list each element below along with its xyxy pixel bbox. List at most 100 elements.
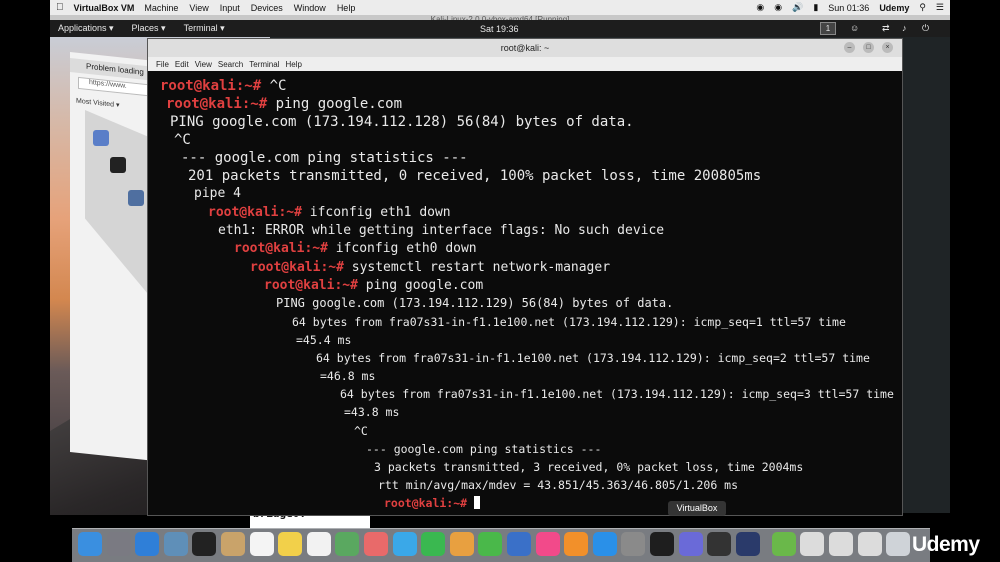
quicktime-icon[interactable] xyxy=(735,532,760,556)
menu-window[interactable]: Window xyxy=(294,3,326,13)
terminal-line: 64 bytes from fra07s31-in-f1.1e100.net (… xyxy=(340,387,894,401)
iceweasel-icon[interactable] xyxy=(93,130,109,146)
gnome-top-bar: Applications ▾ Places ▾ Terminal ▾ Sat 1… xyxy=(50,20,950,37)
terminal-line: 64 bytes from fra07s31-in-f1.1e100.net (… xyxy=(292,315,846,329)
maps-icon[interactable] xyxy=(335,532,360,556)
network-icon[interactable]: ⇄ xyxy=(882,23,890,34)
volume-icon[interactable]: 🔊 xyxy=(792,2,803,13)
terminal-icon[interactable] xyxy=(192,532,217,556)
terminal-line: ^C xyxy=(174,132,191,148)
terminal-titlebar[interactable]: root@kali: ~ – □ × xyxy=(148,39,902,57)
safari-icon[interactable] xyxy=(135,532,160,556)
record-icon[interactable]: ◉ xyxy=(756,2,764,13)
terminal-line: 201 packets transmitted, 0 received, 100… xyxy=(188,168,762,184)
menu-devices[interactable]: Devices xyxy=(251,3,283,13)
terminal-line: root@kali:~# ifconfig eth0 down xyxy=(234,241,477,256)
pages-icon[interactable] xyxy=(449,532,474,556)
terminal-menu-file[interactable]: File xyxy=(156,60,169,69)
terminal-line: ^C xyxy=(354,424,368,438)
terminal-menu-search[interactable]: Search xyxy=(218,60,243,69)
calendar-icon[interactable] xyxy=(249,532,274,556)
menubar-clock[interactable]: Sun 01:36 xyxy=(828,3,869,13)
gnome-clock[interactable]: Sat 19:36 xyxy=(480,24,519,34)
notes-icon[interactable] xyxy=(278,532,303,556)
reminders-icon[interactable] xyxy=(306,532,331,556)
sound-icon[interactable]: ♪ xyxy=(902,23,907,33)
close-button[interactable]: × xyxy=(882,42,893,53)
terminal-menubar: File Edit View Search Terminal Help xyxy=(148,57,902,71)
launchpad-icon[interactable] xyxy=(106,532,131,556)
minimize-button[interactable]: – xyxy=(844,42,855,53)
screen-icon[interactable] xyxy=(707,532,732,556)
terminal-line: root@kali:~# systemctl restart network-m… xyxy=(250,260,611,275)
itunes-icon[interactable] xyxy=(535,532,560,556)
browser-bookmarks[interactable]: Most Visited ▾ xyxy=(76,97,119,110)
menu-view[interactable]: View xyxy=(189,3,208,13)
terminal-cursor xyxy=(474,496,481,509)
facetime-icon[interactable] xyxy=(421,532,446,556)
finder-window-icon[interactable] xyxy=(800,532,825,556)
terminal-line: eth1: ERROR while getting interface flag… xyxy=(218,223,665,238)
terminal-title: root@kali: ~ xyxy=(500,43,550,53)
terminal-line: rtt min/avg/max/mdev = 43.851/45.363/46.… xyxy=(378,478,739,492)
wifi-icon[interactable]: ◉ xyxy=(774,2,782,13)
terminal-menu-view[interactable]: View xyxy=(195,60,212,69)
mail-window-icon[interactable] xyxy=(857,532,882,556)
udemy-watermark: Udemy xyxy=(912,533,980,556)
terminal-line: PING google.com (173.194.112.129) 56(84)… xyxy=(276,296,674,310)
ibooks-icon[interactable] xyxy=(564,532,589,556)
trash-icon[interactable] xyxy=(886,532,911,556)
gnome-places-menu[interactable]: Places ▾ xyxy=(132,23,166,34)
menu-machine[interactable]: Machine xyxy=(144,3,178,13)
terminal-menu-edit[interactable]: Edit xyxy=(175,60,189,69)
preview-icon[interactable] xyxy=(163,532,188,556)
photos-icon[interactable] xyxy=(364,532,388,556)
terminal-line: 64 bytes from fra07s31-in-f1.1e100.net (… xyxy=(316,351,870,365)
terminal-line: root@kali:~# ping google.com xyxy=(264,278,484,293)
maximize-button[interactable]: □ xyxy=(863,42,874,53)
appstore-icon[interactable] xyxy=(592,532,617,556)
virtualbox-icon[interactable] xyxy=(678,532,703,556)
terminal-line: root@kali:~# ping google.com xyxy=(166,96,403,112)
files-icon[interactable] xyxy=(128,190,144,206)
notification-center-icon[interactable]: ☰ xyxy=(936,2,944,13)
terminal-line: 3 packets transmitted, 3 received, 0% pa… xyxy=(374,460,804,474)
terminal-line: --- google.com ping statistics --- xyxy=(366,442,602,456)
power-icon[interactable]: ⏻ xyxy=(922,23,929,34)
gnome-terminal-menu[interactable]: Terminal ▾ xyxy=(184,23,225,34)
menubar-app-name[interactable]: VirtualBox VM xyxy=(74,3,135,13)
terminal-line: =45.4 ms xyxy=(296,333,352,347)
package-icon[interactable] xyxy=(771,532,796,556)
accessibility-icon[interactable]: ☺ xyxy=(850,23,859,33)
messages-icon[interactable] xyxy=(392,532,417,556)
battery-icon[interactable]: ▮ xyxy=(813,2,818,13)
terminal-window[interactable]: root@kali: ~ – □ × File Edit View Search… xyxy=(147,38,903,516)
terminal-prompt-line[interactable]: root@kali:~# xyxy=(384,496,481,510)
terminal-line: root@kali:~# ifconfig eth1 down xyxy=(208,205,451,220)
menu-help[interactable]: Help xyxy=(337,3,356,13)
terminal-output[interactable]: root@kali:~# ^C root@kali:~# ping google… xyxy=(148,71,902,515)
download-icon[interactable] xyxy=(829,532,853,556)
apple-icon[interactable]:  xyxy=(56,2,64,13)
spotlight-icon[interactable]: ⚲ xyxy=(919,2,926,13)
terminal-menu-help[interactable]: Help xyxy=(285,60,301,69)
terminal-launch-icon[interactable] xyxy=(110,157,126,173)
menubar-user[interactable]: Udemy xyxy=(879,3,909,13)
menu-input[interactable]: Input xyxy=(220,3,240,13)
activity-monitor-icon[interactable] xyxy=(650,532,674,556)
terminal-line: pipe 4 xyxy=(194,186,241,201)
workspace-indicator[interactable]: 1 xyxy=(820,22,836,35)
dock-tooltip: VirtualBox xyxy=(668,501,726,516)
terminal-line: --- google.com ping statistics --- xyxy=(181,150,468,166)
keynote-icon[interactable] xyxy=(507,532,531,556)
numbers-icon[interactable] xyxy=(478,532,503,556)
finder-icon[interactable] xyxy=(78,532,102,556)
contacts-icon[interactable] xyxy=(221,532,245,556)
preferences-icon[interactable] xyxy=(621,532,646,556)
gnome-applications-menu[interactable]: Applications ▾ xyxy=(58,23,114,34)
terminal-line: =43.8 ms xyxy=(344,405,400,419)
terminal-menu-terminal[interactable]: Terminal xyxy=(249,60,279,69)
mac-menubar:  VirtualBox VM Machine View Input Devic… xyxy=(50,0,950,15)
terminal-line: =46.8 ms xyxy=(320,369,376,383)
terminal-line: root@kali:~# ^C xyxy=(160,78,287,94)
